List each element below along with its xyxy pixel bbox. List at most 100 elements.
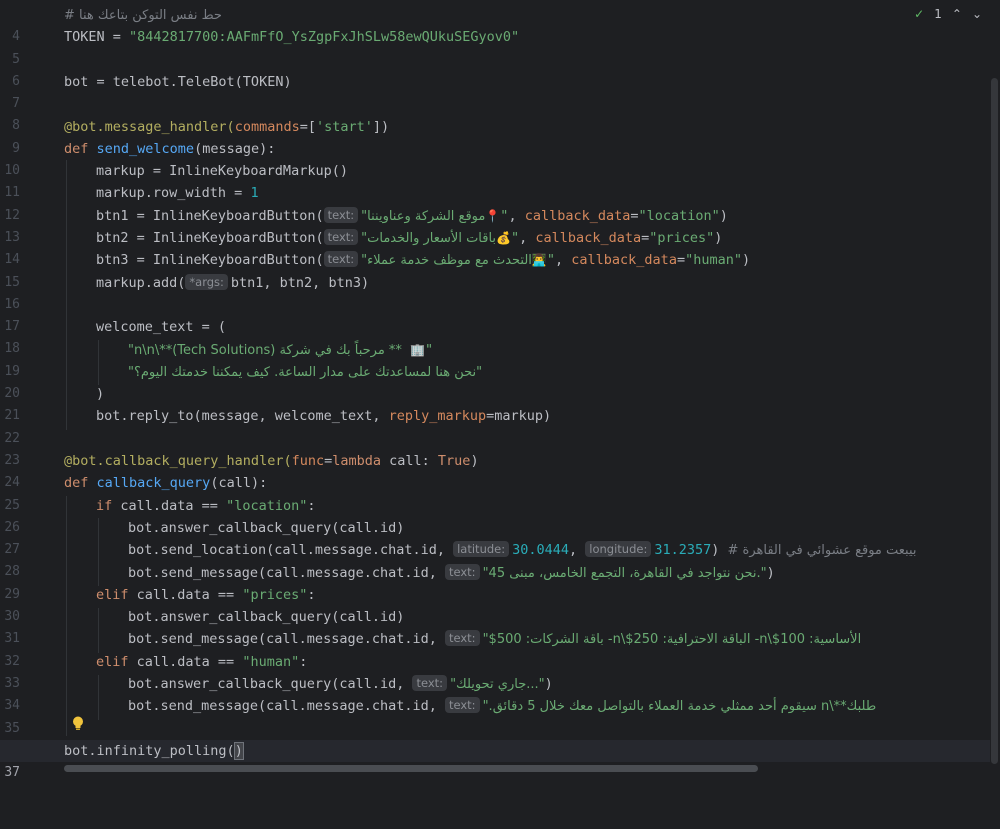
code-text: , xyxy=(555,252,572,269)
code-line[interactable]: 24 @bot.callback_query_handler(func=lamb… xyxy=(0,450,990,490)
decorator: @bot.message_handler( xyxy=(64,118,235,135)
code-line[interactable]: 23 xyxy=(0,428,990,468)
code-text: call.data == xyxy=(120,497,227,514)
code-text: call.data == xyxy=(136,586,243,603)
code-text: bot.answer_callback_query(call.id) xyxy=(128,609,405,626)
code-line[interactable]: 21 ) xyxy=(0,383,990,423)
code-text: ]) xyxy=(372,118,390,135)
string-literal: "جاري تحويلك..." xyxy=(450,677,545,692)
technologist-emoji-icon: 👨‍💻 xyxy=(531,253,547,268)
code-text: bot.reply_to(message, welcome_text, xyxy=(96,408,389,425)
code-line[interactable]: 10 def send_welcome(message): xyxy=(0,138,990,178)
keyword: def xyxy=(64,475,97,492)
code-text: btn2 = InlineKeyboardButton( xyxy=(96,230,324,246)
code-line[interactable]: 29 bot.send_message(call.message.chat.id… xyxy=(0,562,990,602)
string-literal: "human" xyxy=(242,653,300,670)
code-text: btn1, btn2, btn3) xyxy=(230,274,370,291)
parameter-hint: text: xyxy=(323,229,359,245)
string-literal: ".سيقوم أحد ممثلي خدمة العملاء بالتواصل … xyxy=(482,699,877,715)
code-line[interactable]: 32 bot.send_message(call.message.chat.id… xyxy=(0,628,990,669)
string-literal: "prices" xyxy=(242,586,308,603)
code-text: , xyxy=(508,207,525,224)
code-text: bot.send_location(call.message.chat.id, xyxy=(128,542,454,559)
code-text: bot.answer_callback_query(call.id) xyxy=(128,519,405,536)
keyword: True xyxy=(437,453,471,469)
code-text: ) xyxy=(470,453,479,469)
vertical-scrollbar[interactable] xyxy=(991,78,998,764)
code-line[interactable]: 4 # حط نفس التوكن بتاعك هنا xyxy=(0,4,990,44)
office-building-emoji-icon: 🏢 xyxy=(410,342,426,357)
code-text: = xyxy=(630,207,639,224)
code-line[interactable]: 26 if call.data == "location": xyxy=(0,495,990,535)
code-text: (call): xyxy=(210,475,268,492)
string-literal: "n\n\**(Tech Solutions) مرحباً بك في شرك… xyxy=(128,342,402,358)
parameter-hint: text: xyxy=(444,697,480,714)
code-line[interactable]: 22 bot.reply_to(message, welcome_text, r… xyxy=(0,405,990,445)
code-text: =[ xyxy=(299,118,316,135)
code-text: = xyxy=(641,230,650,246)
code-line[interactable]: 30 elif call.data == "prices": xyxy=(0,584,990,624)
code-line[interactable]: 19 "n\n\**(Tech Solutions) مرحباً بك في … xyxy=(0,339,990,379)
string-literal: "نحن هنا لمساعدتك على مدار الساعة. كيف ي… xyxy=(128,364,483,380)
code-line[interactable]: 6 xyxy=(0,49,990,89)
code-text: call: xyxy=(381,453,438,469)
code-line[interactable]: 14 btn2 = InlineKeyboardButton(text: "باق… xyxy=(0,227,990,267)
code-line[interactable]: 9 @bot.message_handler(commands=['start'… xyxy=(0,116,990,156)
code-line[interactable]: 31 bot.answer_callback_query(call.id) xyxy=(0,606,990,646)
code-text: ) xyxy=(766,564,775,581)
code-line[interactable]: 11 markup = InlineKeyboardMarkup() xyxy=(0,160,990,200)
code-line[interactable]: 12 markup.row_width = 1 xyxy=(0,182,990,222)
parameter-hint: text: xyxy=(323,251,359,268)
code-line[interactable]: 15 btn3 = InlineKeyboardButton(text: "الت… xyxy=(0,249,990,290)
code-text: btn1 = InlineKeyboardButton( xyxy=(96,207,324,224)
code-text: , xyxy=(569,542,586,559)
code-text: bot.answer_callback_query(call.id, xyxy=(128,676,413,692)
code-line[interactable]: 17 xyxy=(0,294,990,334)
code-text: (message): xyxy=(194,140,276,157)
code-line[interactable]: 35 bot.send_message(call.message.chat.id… xyxy=(0,695,990,736)
code-text: call.data == xyxy=(136,653,243,670)
keyword-argument: callback_data xyxy=(571,252,677,269)
code-line[interactable]: 5 TOKEN = "8442817700:AAFmFfO_YsZgpFxJhS… xyxy=(0,26,990,66)
code-line[interactable]: 20 "نحن هنا لمساعدتك على مدار الساعة. كي… xyxy=(0,361,990,401)
code-text: markup.add( xyxy=(96,274,186,291)
code-line[interactable]: 28 bot.send_location(call.message.chat.i… xyxy=(0,539,990,579)
code-line-current[interactable]: 37 bot.infinity_polling() xyxy=(0,739,990,780)
code-line[interactable]: 34 bot.answer_callback_query(call.id, te… xyxy=(0,673,990,713)
lightbulb-icon[interactable] xyxy=(72,716,84,732)
code-text: ) xyxy=(714,230,723,246)
code-line[interactable]: 33 elif call.data == "human": xyxy=(0,651,990,691)
parameter-hint: longitude: xyxy=(585,541,652,558)
code-text: TOKEN = xyxy=(64,29,130,46)
string-literal: " xyxy=(425,341,434,358)
code-text: bot.send_message(call.message.chat.id, xyxy=(128,631,445,648)
code-line[interactable]: 27 bot.answer_callback_query(call.id) xyxy=(0,517,990,557)
string-literal: "location" xyxy=(226,497,308,514)
code-text: bot = telebot.TeleBot(TOKEN) xyxy=(64,73,292,90)
code-line[interactable]: 7 bot = telebot.TeleBot(TOKEN) xyxy=(0,71,990,111)
money-bag-emoji-icon: 💰 xyxy=(496,231,512,245)
code-text: markup.row_width = xyxy=(96,185,251,202)
parameter-hint: text: xyxy=(444,563,480,580)
decorator: @bot.callback_query_handler( xyxy=(64,453,292,469)
keyword: elif xyxy=(96,653,137,670)
string-literal: "8442817700:AAFmFfO_YsZgpFxJhSLw58ewQUku… xyxy=(129,29,520,46)
string-literal: "prices" xyxy=(649,230,715,246)
number-literal: 31.2357 xyxy=(654,542,712,559)
keyword: elif xyxy=(96,586,137,603)
code-line[interactable]: 16 markup.add(*args: btn1, btn2, btn3) xyxy=(0,272,990,312)
code-text: bot.send_message(call.message.chat.id, xyxy=(128,698,445,715)
code-line[interactable]: 8 xyxy=(0,93,990,133)
code-editor[interactable]: ✓ 1 ⌃ ⌄ 4 # حط نفس التوكن بتاعك هنا 5 TO… xyxy=(0,0,1000,780)
code-line[interactable]: 18 welcome_text = ( xyxy=(0,316,990,356)
code-text: = xyxy=(676,252,686,269)
number-literal: 30.0444 xyxy=(512,542,570,559)
code-line[interactable]: 25 def callback_query(call): xyxy=(0,472,990,512)
comment: # حط نفس التوكن بتاعك هنا xyxy=(64,8,222,23)
string-literal: "$500 :باقة الشركات -n\$250 :الباقة الاح… xyxy=(482,632,862,648)
code-text: : xyxy=(307,586,316,603)
code-line[interactable]: 36 xyxy=(0,718,990,758)
horizontal-scrollbar[interactable] xyxy=(64,765,758,772)
code-text: welcome_text = ( xyxy=(96,319,227,336)
code-line[interactable]: 13 btn1 = InlineKeyboardButton(text: "موق… xyxy=(0,205,990,245)
